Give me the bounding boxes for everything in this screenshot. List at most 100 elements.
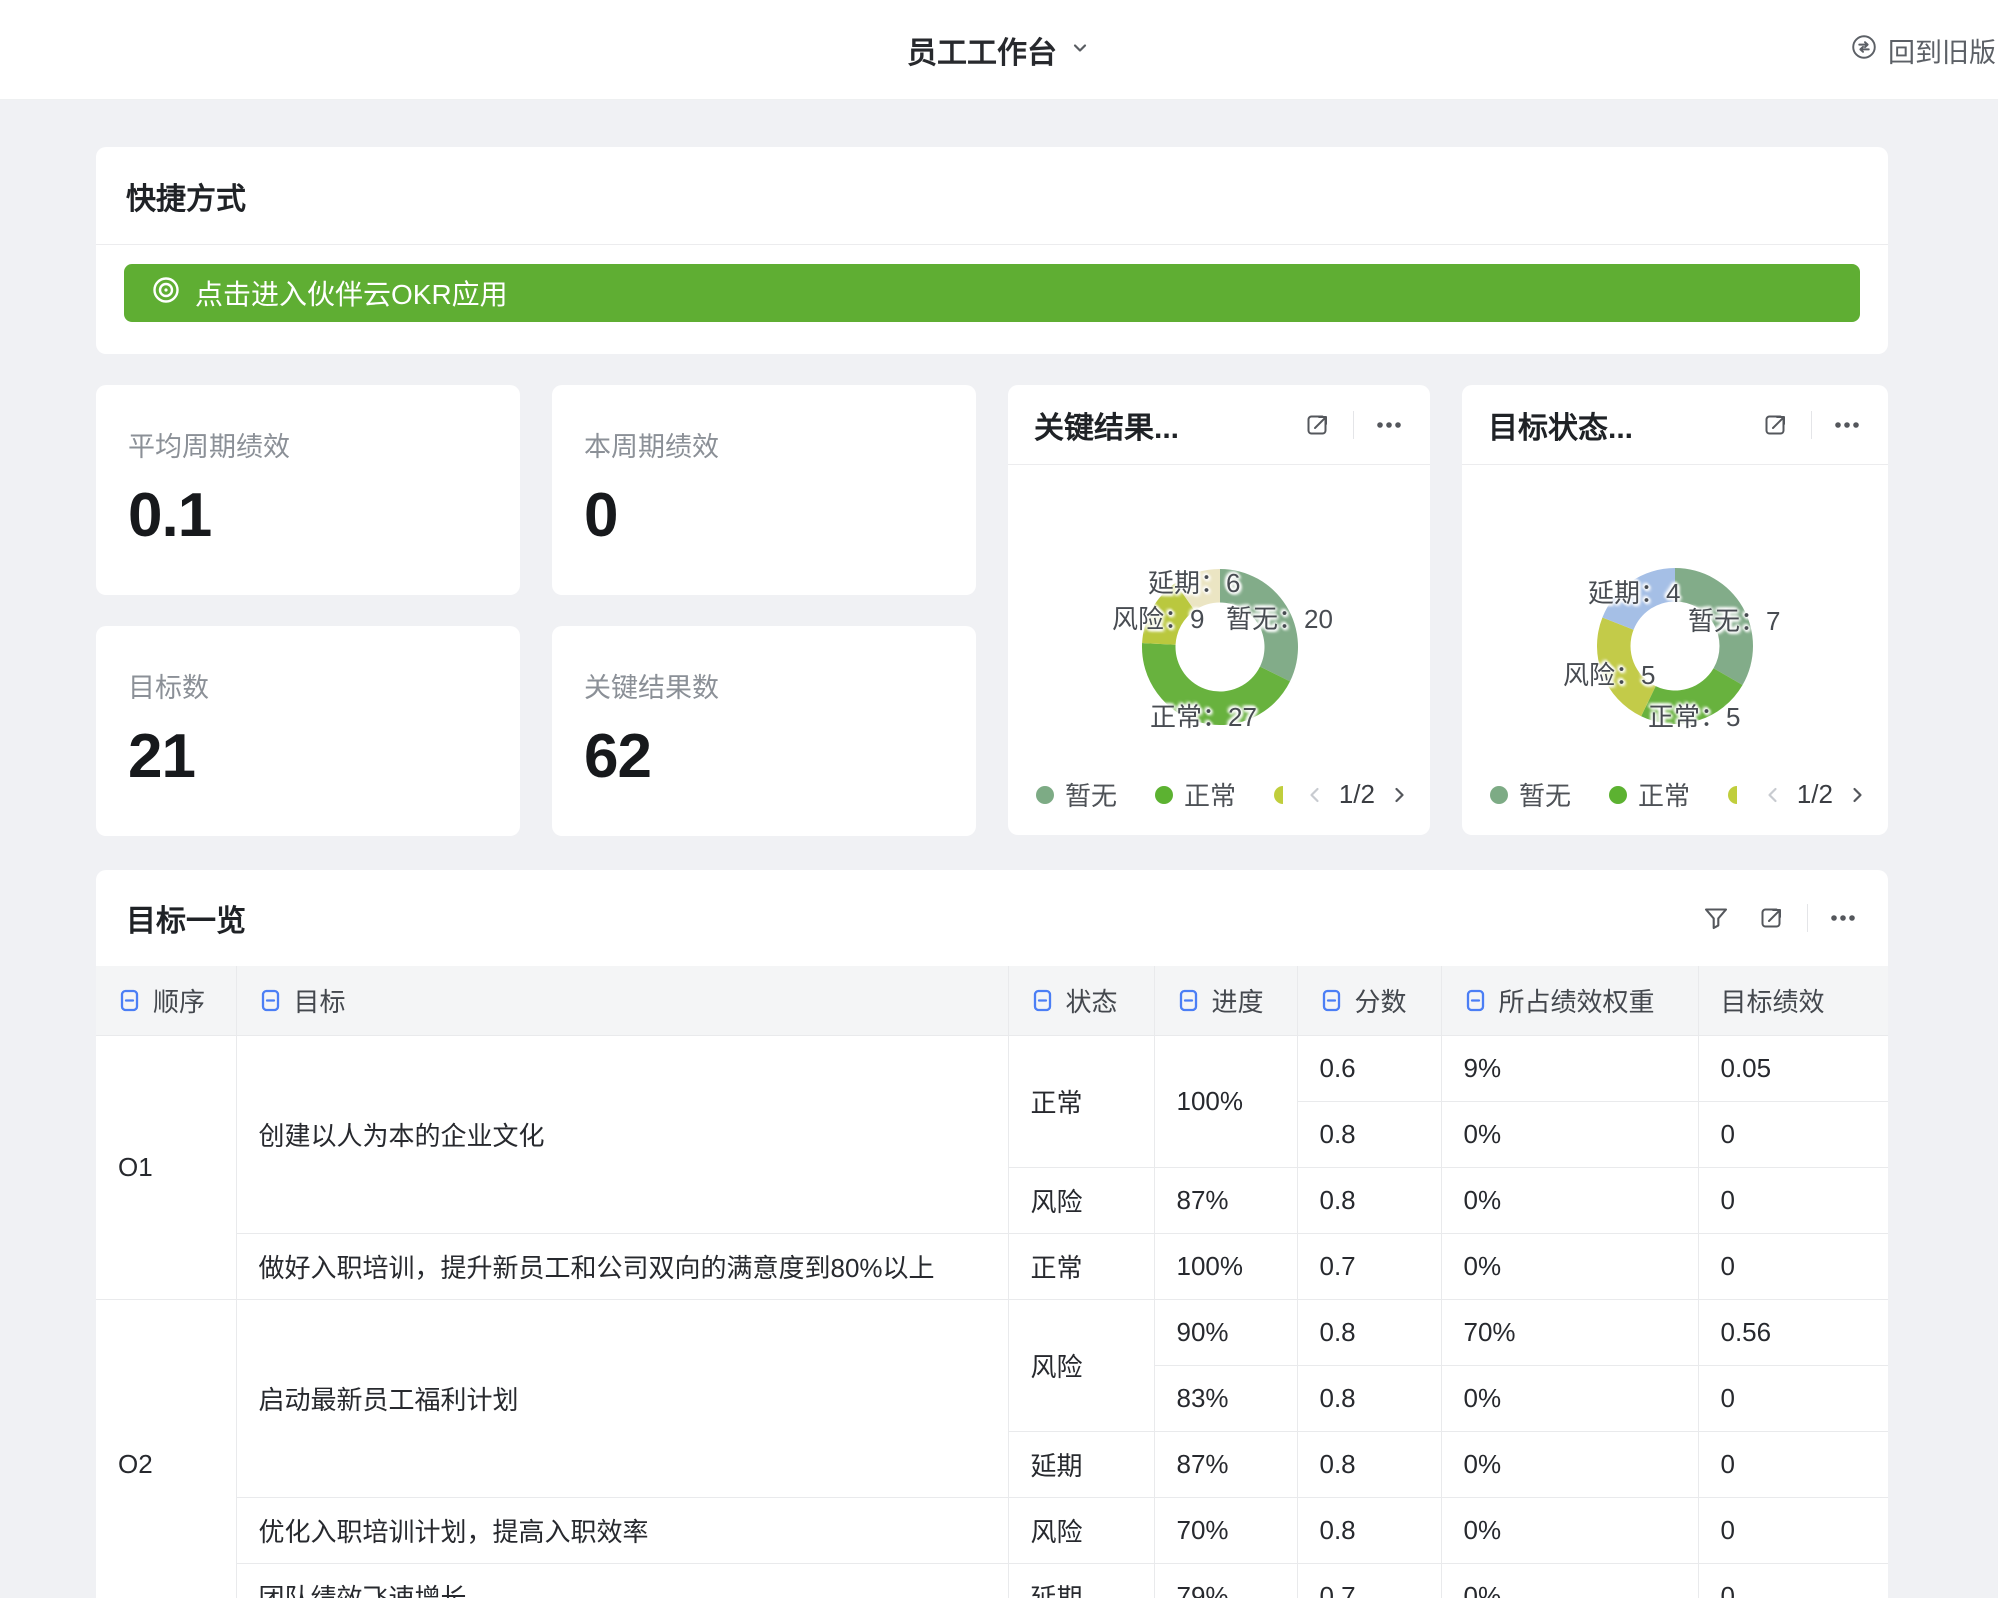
- chart-title: 关键结果...: [1034, 403, 1303, 447]
- open-in-new-icon[interactable]: [1303, 410, 1333, 440]
- column-header-label: 目标: [294, 982, 346, 1019]
- table-cell: 0.7: [1297, 1563, 1441, 1598]
- shortcuts-title: 快捷方式: [126, 174, 246, 218]
- slice-label-normal: 正常：27: [1150, 697, 1257, 734]
- stat-value: 0.1: [128, 480, 520, 551]
- field-type-icon: [259, 988, 282, 1013]
- column-header[interactable]: 状态: [1008, 966, 1154, 1035]
- column-header-label: 分数: [1355, 982, 1407, 1019]
- field-type-icon: [1464, 988, 1487, 1013]
- legend-dot: [1728, 786, 1737, 804]
- divider: [1811, 411, 1812, 439]
- chevron-left-icon: [1762, 784, 1784, 806]
- open-in-new-icon[interactable]: [1757, 903, 1787, 933]
- table-cell: 0.8: [1297, 1167, 1441, 1233]
- table-cell: 0.8: [1297, 1365, 1441, 1431]
- slice-label-risk: 风险：5: [1563, 655, 1655, 692]
- column-header-label: 所占绩效权重: [1499, 982, 1655, 1019]
- table-row: O2启动最新员工福利计划风险90%0.870%0.56: [96, 1299, 1888, 1365]
- legend-item-normal[interactable]: 正常: [1609, 776, 1690, 813]
- chart-card-header: 目标状态...: [1462, 385, 1888, 465]
- table-title: 目标一览: [126, 896, 246, 940]
- legend-pager: 1/2: [1762, 779, 1868, 810]
- field-type-icon: [1177, 988, 1200, 1013]
- legend-dot: [1490, 786, 1508, 804]
- field-type-icon: [1320, 988, 1343, 1013]
- top-bar: 员工工作台 回到旧版: [0, 0, 1998, 100]
- column-header[interactable]: 目标绩效: [1698, 966, 1888, 1035]
- table-cell: 79%: [1154, 1563, 1297, 1598]
- back-to-old-version-link[interactable]: 回到旧版: [1850, 0, 1996, 100]
- table-cell: 9%: [1441, 1035, 1698, 1101]
- table-cell: 0%: [1441, 1365, 1698, 1431]
- table-cell: 0%: [1441, 1101, 1698, 1167]
- legend-item-normal[interactable]: 正常: [1155, 776, 1236, 813]
- table-cell: 0.8: [1297, 1101, 1441, 1167]
- table-cell: 0: [1698, 1101, 1888, 1167]
- legend-item-clipped: [1728, 786, 1737, 804]
- more-menu-icon[interactable]: [1828, 903, 1858, 933]
- table-cell: 正常: [1008, 1233, 1154, 1299]
- objectives-overview-card: 目标一览 顺序 目标: [96, 870, 1888, 1598]
- chevron-down-icon: [1069, 33, 1091, 67]
- column-header-label: 顺序: [153, 982, 205, 1019]
- table-cell: 0: [1698, 1563, 1888, 1598]
- table-cell: 0: [1698, 1365, 1888, 1431]
- table-row: O1创建以人为本的企业文化正常100%0.69%0.05: [96, 1035, 1888, 1101]
- stat-card-current-cycle-performance: 本周期绩效 0: [552, 385, 976, 595]
- legend-pager: 1/2: [1304, 779, 1410, 810]
- table-cell: 延期: [1008, 1431, 1154, 1497]
- table-cell: 0.8: [1297, 1299, 1441, 1365]
- stat-card-avg-cycle-performance: 平均周期绩效 0.1: [96, 385, 520, 595]
- more-menu-icon[interactable]: [1832, 410, 1862, 440]
- page-title: 员工工作台: [907, 28, 1057, 72]
- target-icon: [150, 274, 182, 313]
- stat-label: 本周期绩效: [584, 425, 976, 464]
- table-cell: 优化入职培训计划，提高入职效率: [236, 1497, 1008, 1563]
- more-menu-icon[interactable]: [1374, 410, 1404, 440]
- legend-item-none[interactable]: 暂无: [1490, 776, 1571, 813]
- chevron-right-icon[interactable]: [1846, 784, 1868, 806]
- okr-app-button[interactable]: 点击进入伙伴云OKR应用: [124, 264, 1860, 322]
- chart-card-header: 关键结果...: [1008, 385, 1430, 465]
- open-in-new-icon[interactable]: [1761, 410, 1791, 440]
- slice-label-none: 暂无：20: [1226, 599, 1333, 636]
- column-header[interactable]: 目标: [236, 966, 1008, 1035]
- legend-dot: [1036, 786, 1054, 804]
- column-header[interactable]: 所占绩效权重: [1441, 966, 1698, 1035]
- objectives-table: 顺序 目标 状态 进度 分数 所占绩效权重 目标绩效 O1创建以人为本的企业文化正…: [96, 966, 1888, 1598]
- table-cell: 0%: [1441, 1563, 1698, 1598]
- divider: [1807, 904, 1808, 932]
- table-cell: 0.56: [1698, 1299, 1888, 1365]
- field-type-icon: [1031, 988, 1054, 1013]
- column-header[interactable]: 进度: [1154, 966, 1297, 1035]
- legend-item-none[interactable]: 暂无: [1036, 776, 1117, 813]
- column-header[interactable]: 分数: [1297, 966, 1441, 1035]
- chevron-right-icon[interactable]: [1388, 784, 1410, 806]
- table-header-row: 顺序 目标 状态 进度 分数 所占绩效权重 目标绩效: [96, 966, 1888, 1035]
- table-cell: 0.7: [1297, 1233, 1441, 1299]
- table-cell: 0: [1698, 1167, 1888, 1233]
- table-card-header: 目标一览: [96, 870, 1888, 966]
- filter-icon[interactable]: [1701, 903, 1731, 933]
- back-to-old-label: 回到旧版: [1888, 31, 1996, 70]
- table-cell: 0: [1698, 1497, 1888, 1563]
- workspace-switcher[interactable]: 员工工作台: [907, 0, 1091, 100]
- pager-label: 1/2: [1339, 779, 1375, 810]
- table-cell: 0%: [1441, 1167, 1698, 1233]
- legend-label: 暂无: [1519, 776, 1571, 813]
- stat-label: 平均周期绩效: [128, 425, 520, 464]
- slice-label-delayed: 延期：4: [1588, 573, 1680, 610]
- table-cell: 创建以人为本的企业文化: [236, 1035, 1008, 1233]
- slice-label-normal: 正常：5: [1648, 697, 1740, 734]
- table-cell: 做好入职培训，提升新员工和公司双向的满意度到80%以上: [236, 1233, 1008, 1299]
- slice-label-risk: 风险：9: [1112, 599, 1204, 636]
- table-cell: 100%: [1154, 1035, 1297, 1167]
- slice-label-none: 暂无：7: [1688, 601, 1780, 638]
- table-row: 优化入职培训计划，提高入职效率风险70%0.80%0: [96, 1497, 1888, 1563]
- column-header[interactable]: 顺序: [96, 966, 236, 1035]
- legend-dot: [1155, 786, 1173, 804]
- legend-dot: [1609, 786, 1627, 804]
- column-header-label: 状态: [1066, 982, 1118, 1019]
- key-result-status-chart-card: 关键结果... 延期：6 风险：9 暂无：20 正常：27 暂无 正常 1/: [1008, 385, 1430, 835]
